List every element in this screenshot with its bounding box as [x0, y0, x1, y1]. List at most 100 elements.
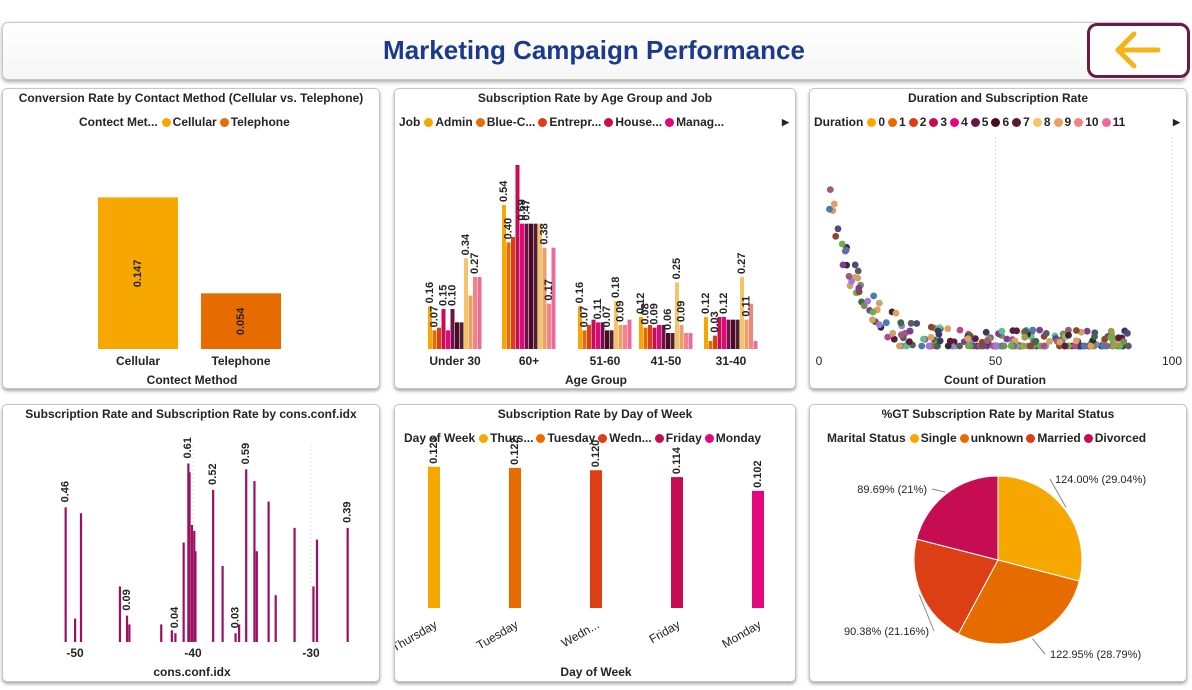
- arrow-left-icon: [1115, 31, 1161, 69]
- data-label: 0.27: [736, 253, 748, 274]
- scatter-point: [1107, 333, 1115, 341]
- scatter-point: [882, 319, 890, 327]
- scatter-point: [1120, 338, 1128, 345]
- x-tick-label: 50: [989, 354, 1003, 368]
- scatter-point: [892, 309, 900, 317]
- data-label: 0.147: [132, 260, 144, 288]
- scatter-point: [998, 327, 1006, 335]
- scatter-point: [845, 272, 853, 280]
- back-button[interactable]: [1087, 23, 1190, 78]
- x-tick-label: 41-50: [651, 354, 682, 368]
- bar: [652, 327, 657, 349]
- data-label: 0.122: [509, 437, 521, 465]
- data-label: 0.114: [671, 446, 683, 474]
- bar: [428, 466, 440, 608]
- data-label: 0.47: [521, 199, 533, 220]
- bar: [455, 322, 459, 349]
- scatter-point: [875, 299, 883, 307]
- data-label: 0.102: [752, 460, 764, 488]
- scatter-point: [869, 316, 876, 324]
- scatter-point: [851, 261, 859, 269]
- data-label: 0.39: [341, 501, 353, 522]
- bar: [473, 277, 477, 349]
- bar: [190, 524, 194, 642]
- scatter-point: [854, 274, 862, 282]
- bar: [446, 330, 450, 349]
- bar: [160, 624, 163, 642]
- bar: [315, 539, 319, 642]
- bar: [533, 223, 538, 349]
- panel-day-of-week: Subscription Rate by Day of Week Day of …: [394, 404, 796, 682]
- bar: [174, 633, 177, 642]
- bar: [708, 341, 713, 349]
- day-of-week-chart: 0.123 Thursday 0.122 Tuesday 0.120 Wedn... 0.1…: [395, 436, 764, 679]
- marital-chart: 124.00% (29.04%) 122.95% (28.79%) 90.38% (…: [844, 474, 1146, 661]
- bar: [726, 319, 731, 349]
- x-axis-title: Contect Method: [147, 373, 238, 387]
- scatter-point: [1083, 327, 1091, 335]
- bar: [744, 319, 749, 349]
- scatter-point: [1019, 342, 1027, 350]
- bar: [735, 319, 740, 349]
- x-tick-label: Wedn...: [559, 617, 602, 650]
- bar: [752, 490, 764, 608]
- x-tick-label: Telephone: [211, 354, 270, 368]
- bar: [509, 467, 521, 608]
- x-tick-label: Friday: [647, 617, 683, 646]
- bar: [529, 223, 533, 349]
- scatter-point: [1110, 342, 1118, 350]
- bar: [221, 565, 224, 642]
- pie-label: 122.95% (28.79%): [1050, 649, 1141, 661]
- scatter-point: [826, 205, 833, 213]
- bar: [274, 595, 277, 642]
- scatter-point: [964, 342, 972, 350]
- scatter-point: [1087, 342, 1095, 350]
- bar: [618, 325, 623, 349]
- x-tick-label: 51-60: [590, 354, 621, 368]
- scatter-point: [944, 325, 952, 333]
- bar: [506, 242, 511, 349]
- bar: [459, 322, 464, 349]
- pie-label: 124.00% (29.04%): [1055, 474, 1146, 486]
- scatter-point: [1040, 342, 1048, 350]
- pie-label: 89.69% (21%): [857, 484, 927, 496]
- bar: [267, 501, 270, 642]
- bar: [79, 513, 83, 642]
- x-tick-label: Monday: [720, 617, 764, 650]
- bar: [253, 481, 256, 642]
- data-label: 0.09: [615, 301, 627, 322]
- bar: [684, 333, 688, 349]
- data-label: 0.61: [182, 437, 194, 458]
- bar: [515, 165, 520, 349]
- scatter-point: [869, 308, 877, 316]
- bar: [731, 319, 735, 349]
- bar: [627, 319, 632, 349]
- x-tick-label: Tuesday: [474, 617, 520, 652]
- scatter-point: [983, 337, 991, 345]
- bar: [704, 317, 708, 349]
- scatter-point: [927, 323, 935, 331]
- bar: [346, 527, 349, 642]
- scatter-point: [1101, 335, 1109, 343]
- scatter-point: [876, 321, 883, 329]
- leader-line: [1032, 638, 1046, 655]
- report-header: Marketing Campaign Performance: [2, 22, 1190, 80]
- pie-label: 90.38% (21.16%): [844, 626, 929, 638]
- bar: [432, 330, 437, 349]
- data-label: 0.054: [235, 307, 247, 335]
- bar: [591, 319, 596, 349]
- data-label: 0.10: [447, 285, 459, 306]
- bar: [437, 327, 441, 349]
- bar: [609, 330, 614, 349]
- bar: [582, 330, 587, 349]
- scatter-point: [1080, 342, 1088, 350]
- scatter-point: [1072, 337, 1080, 345]
- bar: [666, 333, 670, 349]
- bar: [511, 237, 515, 349]
- x-tick-label: -50: [66, 646, 84, 660]
- bar: [255, 551, 258, 642]
- scatter-point: [834, 225, 842, 233]
- bar: [524, 223, 529, 349]
- page-title: Marketing Campaign Performance: [383, 35, 805, 65]
- scatter-point: [920, 335, 927, 343]
